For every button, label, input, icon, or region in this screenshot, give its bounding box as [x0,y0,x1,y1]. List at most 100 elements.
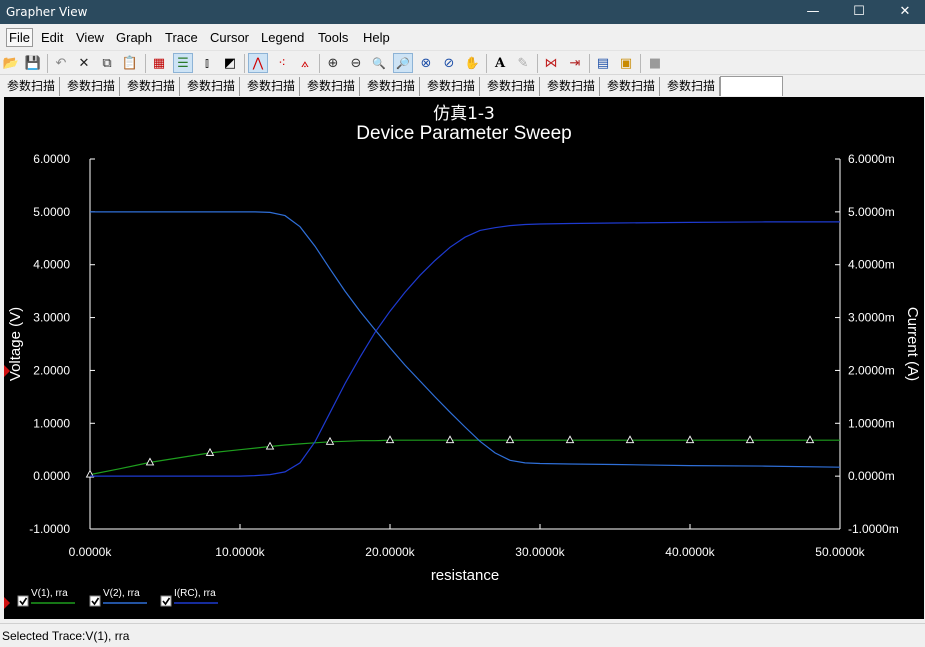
zoom-x-icon[interactable]: ⊗ [416,53,436,73]
window-title: Grapher View [6,5,88,19]
tab-sweep-10[interactable]: 参数扫描 [540,77,600,96]
v2-trace [90,211,841,468]
toolbar-separator [244,54,245,73]
y-tick-label-left: 4.0000 [33,258,70,272]
zoom-area-icon[interactable]: 🔍 [369,53,389,73]
y-tick-label-right: 4.0000m [848,258,895,272]
y-tick-label-left: -1.0000 [29,522,70,536]
y-tick-label-right: 0.0000m [848,469,895,483]
v1-marker [805,435,815,444]
menu-tools[interactable]: Tools [316,28,350,47]
menu-help[interactable]: Help [361,28,392,47]
menu-file[interactable]: File [6,28,33,47]
title-bar: Grapher View — ☐ ✕ [0,0,925,24]
y-tick-label-right: 3.0000m [848,311,895,325]
paste-icon[interactable]: 📋 [120,53,140,73]
menu-cursor[interactable]: Cursor [208,28,251,47]
menu-edit[interactable]: Edit [39,28,65,47]
properties-icon[interactable]: ▤ [593,53,613,73]
tab-sweep-1[interactable]: 参数扫描 [0,77,60,96]
zoom-out-icon[interactable]: ⊖ [346,53,366,73]
tab-sweep-5[interactable]: 参数扫描 [240,77,300,96]
x-tick-label: 50.0000k [815,545,865,559]
legend-label-2: V(2), rra [103,588,140,599]
toolbar-separator [486,54,487,73]
delete-icon[interactable]: ✕ [74,53,94,73]
menu-graph[interactable]: Graph [114,28,154,47]
tab-sweep-6[interactable]: 参数扫描 [300,77,360,96]
x-axis-label: resistance [431,567,499,584]
v1-marker [685,435,695,444]
tab-sweep-4[interactable]: 参数扫描 [180,77,240,96]
show-lines-points-icon[interactable]: ⟑ [295,53,315,73]
show-points-icon[interactable]: ⁖ [272,53,292,73]
v1-marker [625,435,635,444]
menu-trace[interactable]: Trace [163,28,200,47]
v1-trace [89,439,840,476]
menu-legend[interactable]: Legend [259,28,306,47]
chart-svg: -1.0000 -1.0000m 0.0000 0.0000m 1.0000 1.0000… [4,152,921,609]
overlay-icon[interactable]: ▣ [616,53,636,73]
menu-view[interactable]: View [74,28,106,47]
v1-marker [745,435,755,444]
reverse-colors-icon[interactable]: ◩ [220,53,240,73]
tab-sweep-13-active[interactable] [720,76,783,96]
open-icon[interactable]: 📂 [1,53,21,73]
y-tick-label-left: 2.0000 [33,363,70,377]
export-icon[interactable]: ⇥ [565,53,585,73]
pan-icon[interactable]: ✋ [462,53,482,73]
v1-marker [385,435,395,444]
show-lines-icon[interactable]: ⋀ [248,53,268,73]
y-tick-label-right: 6.0000m [848,152,895,166]
add-trace-icon[interactable]: ⋈ [541,53,561,73]
undo-icon[interactable]: ↶ [51,53,71,73]
tab-sweep-3[interactable]: 参数扫描 [120,77,180,96]
tab-sweep-9[interactable]: 参数扫描 [480,77,540,96]
v1-marker [325,436,335,445]
graph-canvas[interactable]: 仿真1-3 Device Parameter Sweep -1.0000 -1.0… [4,97,924,619]
toolbar-separator [145,54,146,73]
menu-bar: File Edit View Graph Trace Cursor Legend… [0,25,925,49]
tab-sweep-12[interactable]: 参数扫描 [660,77,720,96]
tab-sweep-2[interactable]: 参数扫描 [60,77,120,96]
y-tick-label-right: -1.0000m [848,522,899,536]
legend-label-3: I(RC), rra [174,588,216,599]
zoom-full-icon[interactable]: 🔎 [393,53,413,73]
toolbar: 📂 💾 ↶ ✕ ⧉ 📋 ▦ ☰ ⫾ ◩ ⋀ ⁖ ⟑ ⊕ ⊖ 🔍 🔎 ⊗ ⊘ ✋ … [0,50,925,75]
zoom-in-icon[interactable]: ⊕ [323,53,343,73]
close-button[interactable]: ✕ [883,0,925,24]
y-tick-label-left: 1.0000 [33,416,70,430]
toolbar-separator [319,54,320,73]
zoom-y-icon[interactable]: ⊘ [439,53,459,73]
v1-marker [445,435,455,444]
legend-icon[interactable]: ☰ [173,53,193,73]
y-tick-label-left: 0.0000 [33,469,70,483]
y-tick-label-right: 1.0000m [848,416,895,430]
text-icon[interactable]: A [490,53,510,73]
y-tick-label-right: 2.0000m [848,363,895,377]
minimize-button[interactable]: — [791,0,835,24]
x-tick-label: 40.0000k [665,545,715,559]
copy-icon[interactable]: ⧉ [97,53,117,73]
save-icon[interactable]: 💾 [23,53,43,73]
y-tick-label-left: 3.0000 [33,311,70,325]
cursor-icon[interactable]: ⫾ [197,53,217,73]
x-tick-label: 0.0000k [69,545,113,559]
pen-icon[interactable]: ✎ [513,53,533,73]
tab-sweep-8[interactable]: 参数扫描 [420,77,480,96]
y-tick-label-left: 5.0000 [33,205,70,219]
y-axis-label-right: Current (A) [904,307,921,381]
x-tick-label: 20.0000k [365,545,415,559]
stop-icon[interactable]: ■ [645,53,665,73]
x-tick-label: 10.0000k [215,545,265,559]
toolbar-separator [47,54,48,73]
toolbar-separator [640,54,641,73]
maximize-button[interactable]: ☐ [837,0,881,24]
tab-strip: 参数扫描 参数扫描 参数扫描 参数扫描 参数扫描 参数扫描 参数扫描 参数扫描 … [0,76,925,96]
grid-icon[interactable]: ▦ [149,53,169,73]
legend-selected-marker [4,597,10,609]
irc-trace [90,221,840,477]
y-tick-label-left: 6.0000 [33,152,70,166]
tab-sweep-7[interactable]: 参数扫描 [360,77,420,96]
tab-sweep-11[interactable]: 参数扫描 [600,77,660,96]
